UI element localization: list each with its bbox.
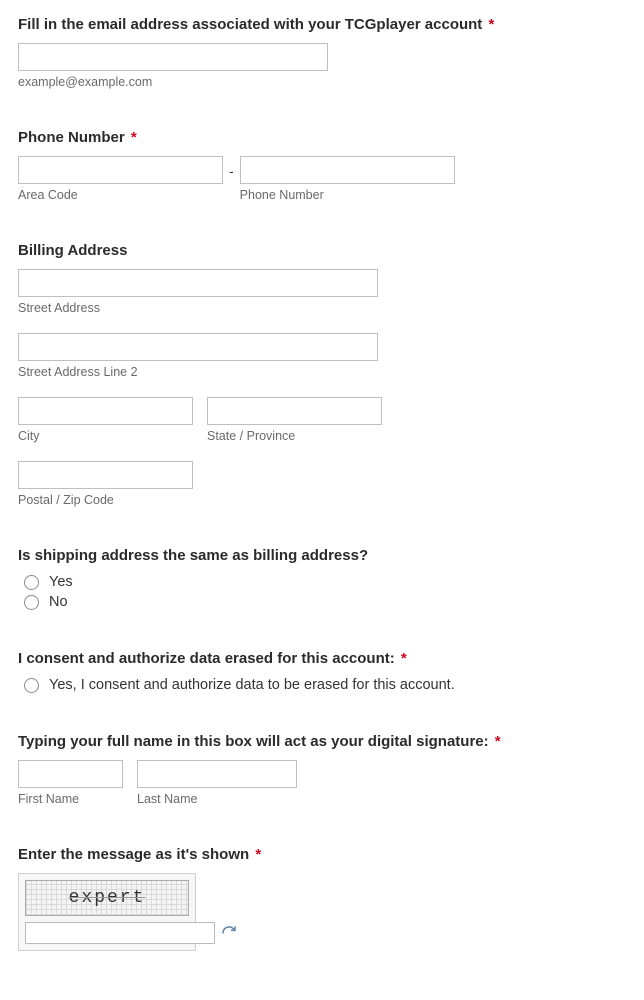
email-label-text: Fill in the email address associated wit…: [18, 16, 482, 33]
first-name-sublabel: First Name: [18, 792, 123, 806]
street2-input[interactable]: [18, 333, 378, 361]
phone-area-sublabel: Area Code: [18, 188, 223, 202]
consent-label-text: I consent and authorize data erased for …: [18, 650, 395, 667]
shipping-yes-label: Yes: [49, 574, 73, 590]
street2-sublabel: Street Address Line 2: [18, 365, 626, 379]
billing-section: Billing Address Street Address Street Ad…: [18, 242, 626, 507]
email-input[interactable]: [18, 43, 328, 71]
captcha-label: Enter the message as it's shown *: [18, 846, 626, 863]
signature-section: Typing your full name in this box will a…: [18, 733, 626, 806]
captcha-box: expert: [18, 873, 196, 951]
phone-area-input[interactable]: [18, 156, 223, 184]
city-sublabel: City: [18, 429, 193, 443]
shipping-same-section: Is shipping address the same as billing …: [18, 547, 626, 610]
captcha-input[interactable]: [25, 922, 215, 944]
shipping-no-label: No: [49, 594, 68, 610]
first-name-input[interactable]: [18, 760, 123, 788]
phone-number-sublabel: Phone Number: [240, 188, 455, 202]
phone-label-text: Phone Number: [18, 129, 125, 146]
email-section: Fill in the email address associated wit…: [18, 16, 626, 89]
phone-section: Phone Number * Area Code - Phone Number: [18, 129, 626, 202]
phone-separator: -: [229, 163, 234, 195]
required-asterisk: *: [255, 846, 261, 863]
captcha-image: expert: [25, 880, 189, 916]
captcha-label-text: Enter the message as it's shown: [18, 846, 249, 863]
captcha-section: Enter the message as it's shown * expert: [18, 846, 626, 951]
shipping-no-radio[interactable]: No: [24, 594, 626, 610]
phone-label: Phone Number *: [18, 129, 626, 146]
street-input[interactable]: [18, 269, 378, 297]
required-asterisk: *: [495, 733, 501, 750]
shipping-same-label: Is shipping address the same as billing …: [18, 547, 626, 564]
radio-icon: [24, 595, 39, 610]
radio-icon: [24, 575, 39, 590]
state-sublabel: State / Province: [207, 429, 382, 443]
last-name-sublabel: Last Name: [137, 792, 297, 806]
postal-sublabel: Postal / Zip Code: [18, 493, 626, 507]
consent-section: I consent and authorize data erased for …: [18, 650, 626, 693]
state-input[interactable]: [207, 397, 382, 425]
email-helper: example@example.com: [18, 75, 626, 89]
billing-label: Billing Address: [18, 242, 626, 259]
postal-input[interactable]: [18, 461, 193, 489]
signature-label-text: Typing your full name in this box will a…: [18, 733, 489, 750]
email-label: Fill in the email address associated wit…: [18, 16, 626, 33]
consent-yes-label: Yes, I consent and authorize data to be …: [49, 677, 455, 693]
last-name-input[interactable]: [137, 760, 297, 788]
city-input[interactable]: [18, 397, 193, 425]
required-asterisk: *: [401, 650, 407, 667]
consent-label: I consent and authorize data erased for …: [18, 650, 626, 667]
phone-number-input[interactable]: [240, 156, 455, 184]
consent-yes-radio[interactable]: Yes, I consent and authorize data to be …: [24, 677, 626, 693]
shipping-yes-radio[interactable]: Yes: [24, 574, 626, 590]
required-asterisk: *: [488, 16, 494, 33]
street-sublabel: Street Address: [18, 301, 626, 315]
required-asterisk: *: [131, 129, 137, 146]
reload-icon[interactable]: [221, 925, 237, 941]
signature-label: Typing your full name in this box will a…: [18, 733, 626, 750]
radio-icon: [24, 678, 39, 693]
